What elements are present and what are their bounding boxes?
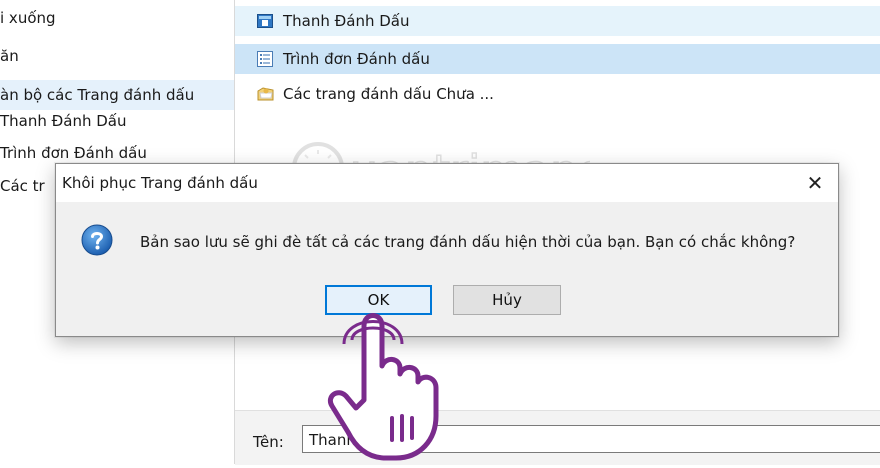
list-item-label: Các trang đánh dấu Chưa ... bbox=[283, 85, 494, 103]
list-item-bookmarks-toolbar[interactable]: Thanh Đánh Dấu bbox=[235, 6, 880, 36]
dialog-title: Khôi phục Trang đánh dấu bbox=[62, 174, 258, 192]
list-item-label: Trình đơn Đánh dấu bbox=[283, 50, 430, 68]
tree-item-unsorted-bookmarks[interactable]: Các tr bbox=[0, 176, 45, 196]
unsorted-bookmarks-folder-icon bbox=[257, 86, 274, 102]
list-item-label: Thanh Đánh Dấu bbox=[283, 12, 410, 30]
cancel-button[interactable]: Hủy bbox=[453, 285, 561, 315]
question-icon bbox=[81, 224, 113, 256]
tree-item-bookmarks-menu[interactable]: Trình đơn Đánh dấu bbox=[0, 143, 147, 163]
tree-item-all-bookmarks[interactable]: àn bộ các Trang đánh dấu bbox=[0, 80, 234, 110]
hand-pointer-icon bbox=[312, 300, 452, 464]
bookmarks-toolbar-icon bbox=[257, 13, 273, 29]
list-item-bookmarks-menu[interactable]: Trình đơn Đánh dấu bbox=[235, 44, 880, 74]
tree-item-bookmarks-toolbar[interactable]: Thanh Đánh Dấu bbox=[0, 111, 127, 131]
dialog-message: Bản sao lưu sẽ ghi đè tất cả các trang đ… bbox=[140, 233, 796, 251]
tree-item-history[interactable]: ăn bbox=[0, 46, 19, 66]
bookmarks-menu-icon bbox=[257, 51, 273, 67]
name-field-label: Tên: bbox=[253, 433, 284, 451]
close-button[interactable]: ✕ bbox=[792, 164, 838, 202]
tree-item-downloads[interactable]: i xuống bbox=[0, 8, 56, 28]
list-item-unsorted-bookmarks[interactable]: Các trang đánh dấu Chưa ... bbox=[235, 79, 880, 109]
close-icon: ✕ bbox=[806, 171, 824, 195]
